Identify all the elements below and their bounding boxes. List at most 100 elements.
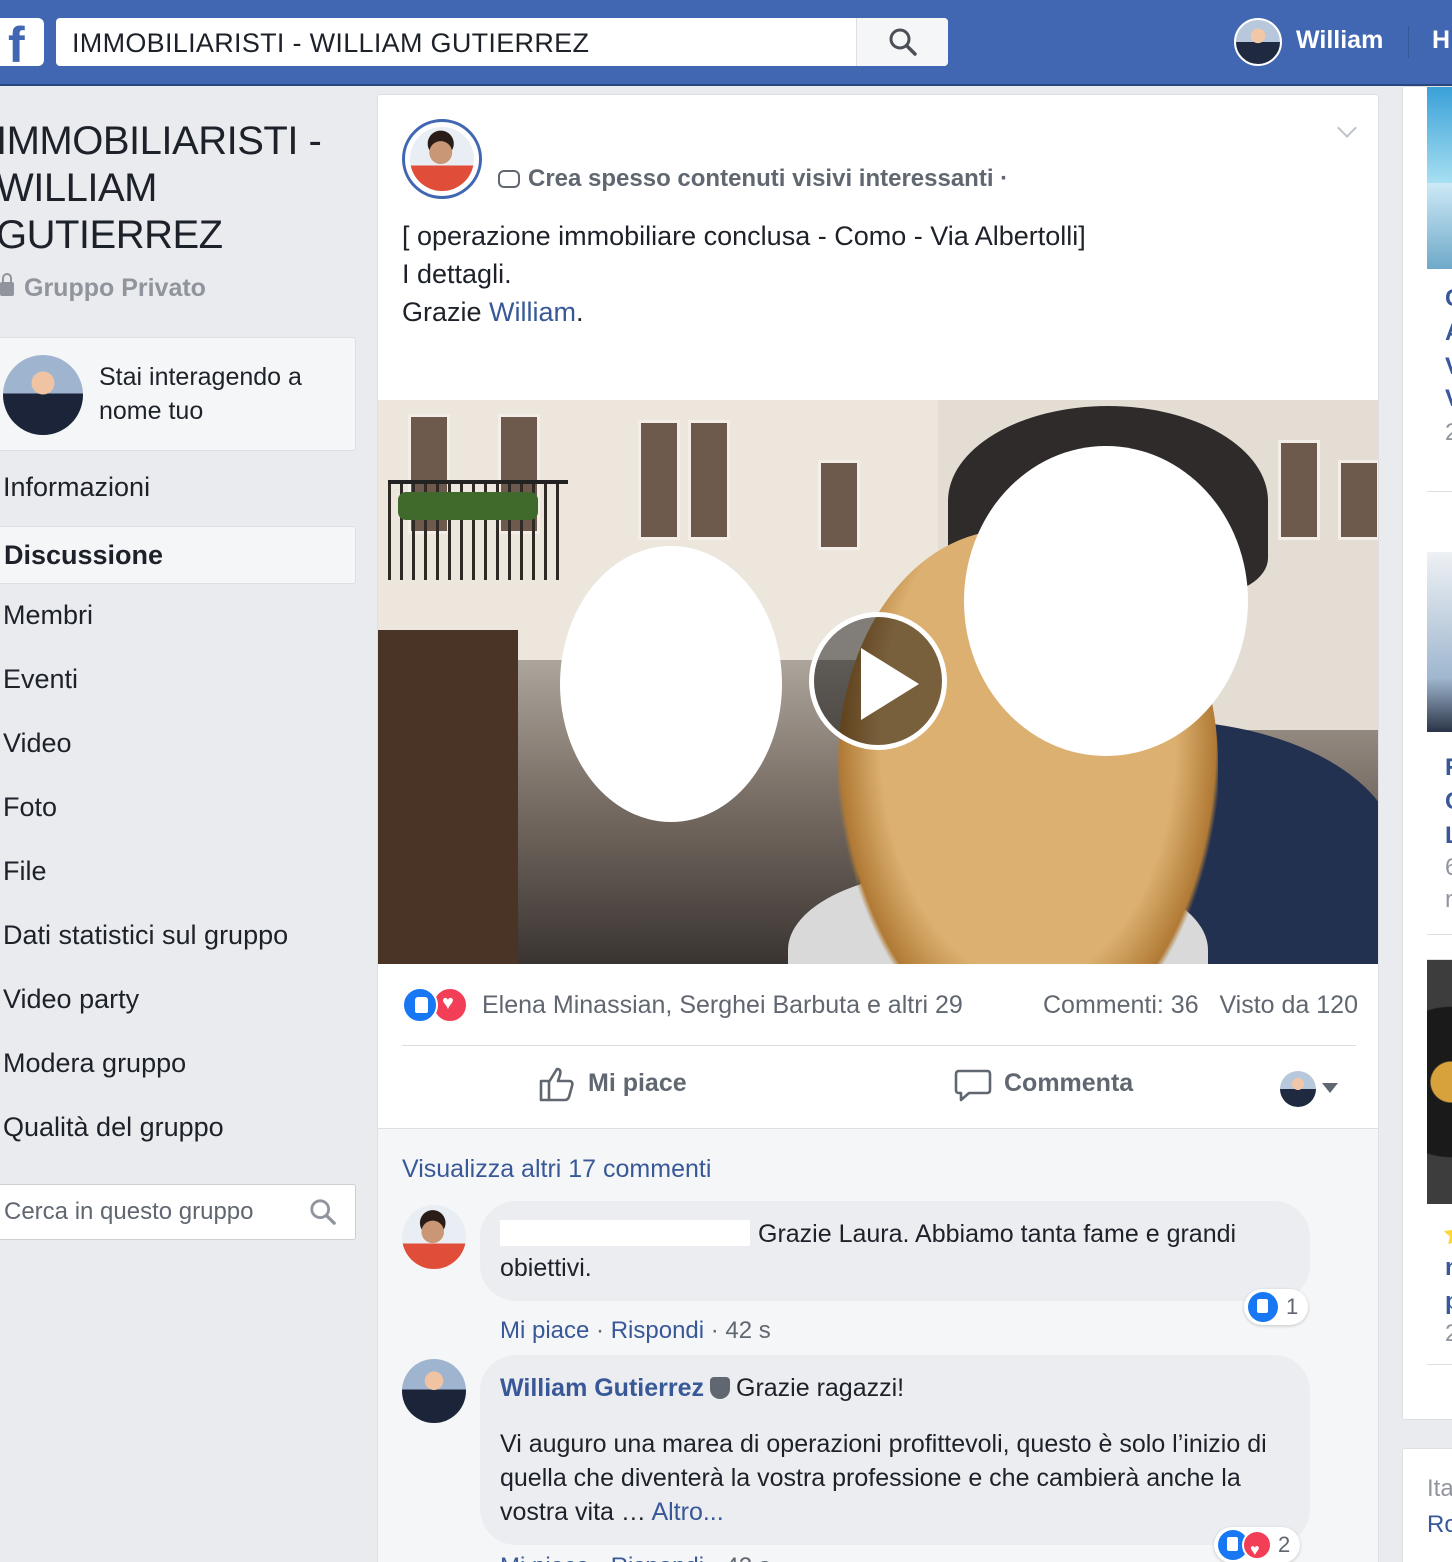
post-text: Grazie bbox=[402, 297, 490, 327]
facebook-logo-icon[interactable]: f bbox=[0, 17, 44, 73]
caret-down-icon[interactable] bbox=[1322, 1083, 1338, 1093]
home-link[interactable]: H bbox=[1432, 26, 1450, 55]
comment-author[interactable]: William Gutierrez bbox=[500, 1374, 704, 1402]
like-label: Mi piace bbox=[588, 1069, 687, 1097]
group-search-input[interactable]: Cerca in questo gruppo bbox=[0, 1184, 356, 1240]
ad-meta-fragment: 6 bbox=[1445, 854, 1452, 882]
search-icon bbox=[889, 28, 917, 56]
comment-like-link[interactable]: Mi piace bbox=[500, 1553, 589, 1562]
language-link[interactable]: Ro bbox=[1427, 1511, 1452, 1539]
comment-avatar[interactable] bbox=[402, 1359, 466, 1423]
comment-time[interactable]: 42 s bbox=[725, 1317, 770, 1344]
nav-item-membri[interactable]: Membri bbox=[0, 590, 356, 654]
acting-as-card[interactable]: Stai interagendo a nome tuo bbox=[0, 337, 356, 451]
video-window bbox=[818, 460, 860, 550]
ad-title-fragment[interactable]: V bbox=[1445, 353, 1452, 381]
redacted-author-name[interactable] bbox=[500, 1220, 750, 1246]
ad-image[interactable] bbox=[1427, 87, 1452, 183]
group-title[interactable]: IMMOBILIARISTI - WILLIAM GUTIERREZ bbox=[0, 118, 356, 259]
group-nav: Informazioni Discussione Membri Eventi V… bbox=[0, 462, 356, 1166]
ad-meta-fragment: 2 bbox=[1445, 1320, 1452, 1348]
language-current[interactable]: Ita bbox=[1427, 1475, 1452, 1503]
reaction-count-value: 2 bbox=[1278, 1532, 1291, 1557]
video-window bbox=[688, 420, 730, 540]
comment-reaction-count[interactable]: 1 bbox=[1244, 1289, 1309, 1325]
comment-icon bbox=[954, 1069, 992, 1102]
comment-bubble: William Gutierrez Grazie ragazzi! Vi augu… bbox=[480, 1355, 1310, 1545]
global-search-value[interactable]: IMMOBILIARISTI - WILLIAM GUTIERREZ bbox=[72, 28, 589, 59]
comment-actions: Mi piace · Rispondi · 42 s bbox=[500, 1317, 771, 1344]
see-more-link[interactable]: Altro... bbox=[651, 1498, 723, 1526]
nav-item-eventi[interactable]: Eventi bbox=[0, 654, 356, 718]
post-author-avatar[interactable] bbox=[402, 119, 482, 199]
comment-bubble: Grazie Laura. Abbiamo tanta fame e grand… bbox=[480, 1201, 1310, 1301]
post-line: [ operazione immobiliare conclusa - Como… bbox=[402, 221, 1086, 251]
ad-image[interactable] bbox=[1427, 183, 1452, 269]
comment-text: Grazie ragazzi! bbox=[736, 1374, 905, 1402]
comment-reply-link[interactable]: Rispondi bbox=[611, 1553, 704, 1562]
user-avatar[interactable] bbox=[1234, 18, 1282, 66]
post-actions: Mi piace Commenta bbox=[378, 1057, 1378, 1117]
comment-button[interactable]: Commenta bbox=[954, 1069, 1134, 1102]
ad-image[interactable] bbox=[1427, 552, 1452, 732]
visual-content-icon bbox=[498, 170, 520, 188]
nav-item-qualita-gruppo[interactable]: Qualità del gruppo bbox=[0, 1102, 356, 1166]
post-meta: Crea spesso contenuti visivi interessant… bbox=[498, 165, 1008, 193]
post-text: . bbox=[576, 297, 584, 327]
view-more-comments-link[interactable]: Visualizza altri 17 commenti bbox=[402, 1155, 711, 1184]
ad-title-fragment[interactable]: L bbox=[1445, 822, 1452, 850]
blurred-face bbox=[964, 446, 1248, 756]
profile-link[interactable]: William bbox=[1296, 26, 1383, 55]
nav-item-informazioni[interactable]: Informazioni bbox=[0, 462, 356, 526]
reaction-summary[interactable]: Elena Minassian, Serghei Barbuta e altri… bbox=[402, 987, 1358, 1027]
ad-title-fragment[interactable]: R bbox=[1445, 754, 1452, 782]
comments-count[interactable]: Commenti: 36 bbox=[1043, 991, 1199, 1019]
reaction-count-value: 1 bbox=[1286, 1294, 1299, 1319]
ad-image[interactable] bbox=[1427, 960, 1452, 1204]
acting-as-text: Stai interagendo a nome tuo bbox=[99, 363, 302, 425]
love-reaction-icon bbox=[1242, 1530, 1272, 1562]
post-meta-text: Crea spesso contenuti visivi interessant… bbox=[528, 165, 1009, 192]
comment-header: William Gutierrez Grazie ragazzi! bbox=[500, 1371, 1290, 1405]
star-icon: ⭐ bbox=[1443, 1222, 1452, 1247]
video-window bbox=[1338, 460, 1378, 540]
nav-item-video-party[interactable]: Video party bbox=[0, 974, 356, 1038]
ad-card: ⭐ n p 2 bbox=[1427, 959, 1452, 1365]
nav-item-modera-gruppo[interactable]: Modera gruppo bbox=[0, 1038, 356, 1102]
chevron-down-icon[interactable] bbox=[1337, 118, 1357, 138]
play-button-icon[interactable] bbox=[809, 612, 947, 750]
post-video[interactable] bbox=[378, 400, 1378, 964]
comment-time[interactable]: 42 s bbox=[725, 1553, 770, 1562]
group-privacy: Gruppo Privato bbox=[0, 273, 206, 303]
ad-title-fragment[interactable]: V bbox=[1445, 385, 1452, 413]
comment-avatar[interactable] bbox=[402, 1205, 466, 1269]
ad-title-fragment[interactable]: A bbox=[1445, 319, 1452, 347]
ad-title-fragment[interactable]: n bbox=[1445, 1254, 1452, 1282]
video-door bbox=[378, 630, 518, 964]
lock-icon bbox=[0, 273, 14, 296]
global-search-input[interactable]: IMMOBILIARISTI - WILLIAM GUTIERREZ bbox=[56, 18, 948, 66]
ad-title-fragment[interactable]: C bbox=[1445, 285, 1452, 313]
search-button[interactable] bbox=[856, 18, 948, 66]
like-button[interactable]: Mi piace bbox=[539, 1067, 687, 1102]
search-icon[interactable] bbox=[309, 1198, 337, 1226]
ad-title-fragment[interactable]: C bbox=[1445, 788, 1452, 816]
thumbs-up-icon bbox=[539, 1067, 574, 1102]
ad-title-fragment[interactable]: p bbox=[1445, 1288, 1452, 1316]
comment-reaction-count[interactable]: 2 bbox=[1214, 1527, 1301, 1562]
group-search-placeholder[interactable]: Cerca in questo gruppo bbox=[4, 1198, 254, 1226]
video-window bbox=[638, 420, 680, 540]
comment-reply-link[interactable]: Rispondi bbox=[611, 1317, 704, 1344]
reactors-list[interactable]: Elena Minassian, Serghei Barbuta e altri… bbox=[482, 991, 963, 1020]
comment-like-link[interactable]: Mi piace bbox=[500, 1317, 589, 1344]
comment-label: Commenta bbox=[1004, 1069, 1134, 1097]
nav-item-dati-statistici[interactable]: Dati statistici sul gruppo bbox=[0, 910, 356, 974]
views-count[interactable]: Visto da 120 bbox=[1219, 991, 1358, 1019]
nav-item-video[interactable]: Video bbox=[0, 718, 356, 782]
nav-item-foto[interactable]: Foto bbox=[0, 782, 356, 846]
nav-item-discussione[interactable]: Discussione bbox=[0, 526, 356, 584]
commenter-avatar[interactable] bbox=[1280, 1071, 1316, 1107]
comment-text-body: Vi auguro una marea di operazioni profit… bbox=[500, 1427, 1290, 1529]
nav-item-file[interactable]: File bbox=[0, 846, 356, 910]
mention-link[interactable]: William bbox=[489, 297, 576, 327]
